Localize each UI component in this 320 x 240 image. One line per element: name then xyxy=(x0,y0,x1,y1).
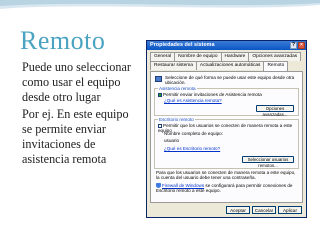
tab-strip: General Nombre de equipo Hardware Opcion… xyxy=(150,52,303,72)
window-controls: ? × xyxy=(290,42,305,49)
firewall-link[interactable]: Firewall de Windows xyxy=(162,183,204,188)
decorative-top-band xyxy=(0,0,320,9)
tab-advanced[interactable]: Opciones avanzadas xyxy=(248,52,302,61)
remote-assistance-checkbox[interactable] xyxy=(158,92,162,97)
slide-paragraph-1: Puede uno seleccionar como usar el equip… xyxy=(22,60,131,104)
tab-general[interactable]: General xyxy=(150,52,176,61)
system-properties-window: Propiedades del sistema ? × General Nomb… xyxy=(146,40,307,218)
window-titlebar[interactable]: Propiedades del sistema ? × xyxy=(147,41,306,50)
select-remote-users-button[interactable]: Seleccionar usuarios remotos... xyxy=(242,156,294,168)
window-title: Propiedades del sistema xyxy=(150,42,215,48)
slide-body: Puede uno seleccionar como usar el equip… xyxy=(22,60,140,169)
cancel-button[interactable]: Cancelar xyxy=(252,206,276,214)
tab-computer-name[interactable]: Nombre de equipo xyxy=(174,52,222,61)
intro-text: Seleccione de qué forma se puede usar es… xyxy=(165,75,295,85)
firewall-info: Firewall de Windows se configurará para … xyxy=(156,183,296,193)
remote-assistance-checkbox-row[interactable]: Permitir enviar invitaciones de Asistenc… xyxy=(158,92,298,97)
tab-row-2: Restaurar sistema Actualizaciones automá… xyxy=(150,61,303,72)
tab-system-restore[interactable]: Restaurar sistema xyxy=(150,61,197,70)
remote-assistance-group: Asistencia remota Permitir enviar invita… xyxy=(154,86,299,117)
remote-desktop-legend: Escritorio remoto xyxy=(158,117,195,122)
remote-assistance-checkbox-label: Permitir enviar invitaciones de Asistenc… xyxy=(163,92,262,97)
close-button[interactable]: × xyxy=(298,42,305,49)
monitor-icon xyxy=(155,76,162,82)
remote-assistance-legend: Asistencia remota xyxy=(158,86,197,91)
dialog-buttons: Aceptar Cancelar Aplicar xyxy=(226,206,302,214)
remote-desktop-link-text[interactable]: ¿Qué es Escritorio remoto? xyxy=(164,146,220,151)
computer-name-label: Nombre completo de equipo: xyxy=(164,131,223,136)
tab-hardware[interactable]: Hardware xyxy=(220,52,250,61)
help-button[interactable]: ? xyxy=(290,42,297,49)
advanced-options-button[interactable]: Opciones avanzadas... xyxy=(256,105,294,117)
slide-title: Remoto xyxy=(20,26,106,55)
apply-button[interactable]: Aplicar xyxy=(278,206,302,214)
remote-tab-panel: Seleccione de qué forma se puede usar es… xyxy=(150,71,303,203)
tab-row-1: General Nombre de equipo Hardware Opcion… xyxy=(150,52,303,61)
remote-desktop-link[interactable]: ¿Qué es Escritorio remoto? xyxy=(164,146,220,151)
ok-button[interactable]: Aceptar xyxy=(226,206,250,214)
remote-assistance-link-text[interactable]: ¿Qué es Asistencia remota? xyxy=(164,98,222,103)
slide-paragraph-2: Por ej. En este equipo se permite enviar… xyxy=(22,107,129,166)
password-info-text: Para que los usuarios se conecten de man… xyxy=(156,170,296,180)
tab-automatic-updates[interactable]: Actualizaciones automáticas xyxy=(195,61,265,70)
computer-name-value: usuario xyxy=(164,138,180,143)
remote-desktop-group: Escritorio remoto Permitir que los usuar… xyxy=(154,117,299,169)
remote-assistance-link[interactable]: ¿Qué es Asistencia remota? xyxy=(164,98,222,103)
